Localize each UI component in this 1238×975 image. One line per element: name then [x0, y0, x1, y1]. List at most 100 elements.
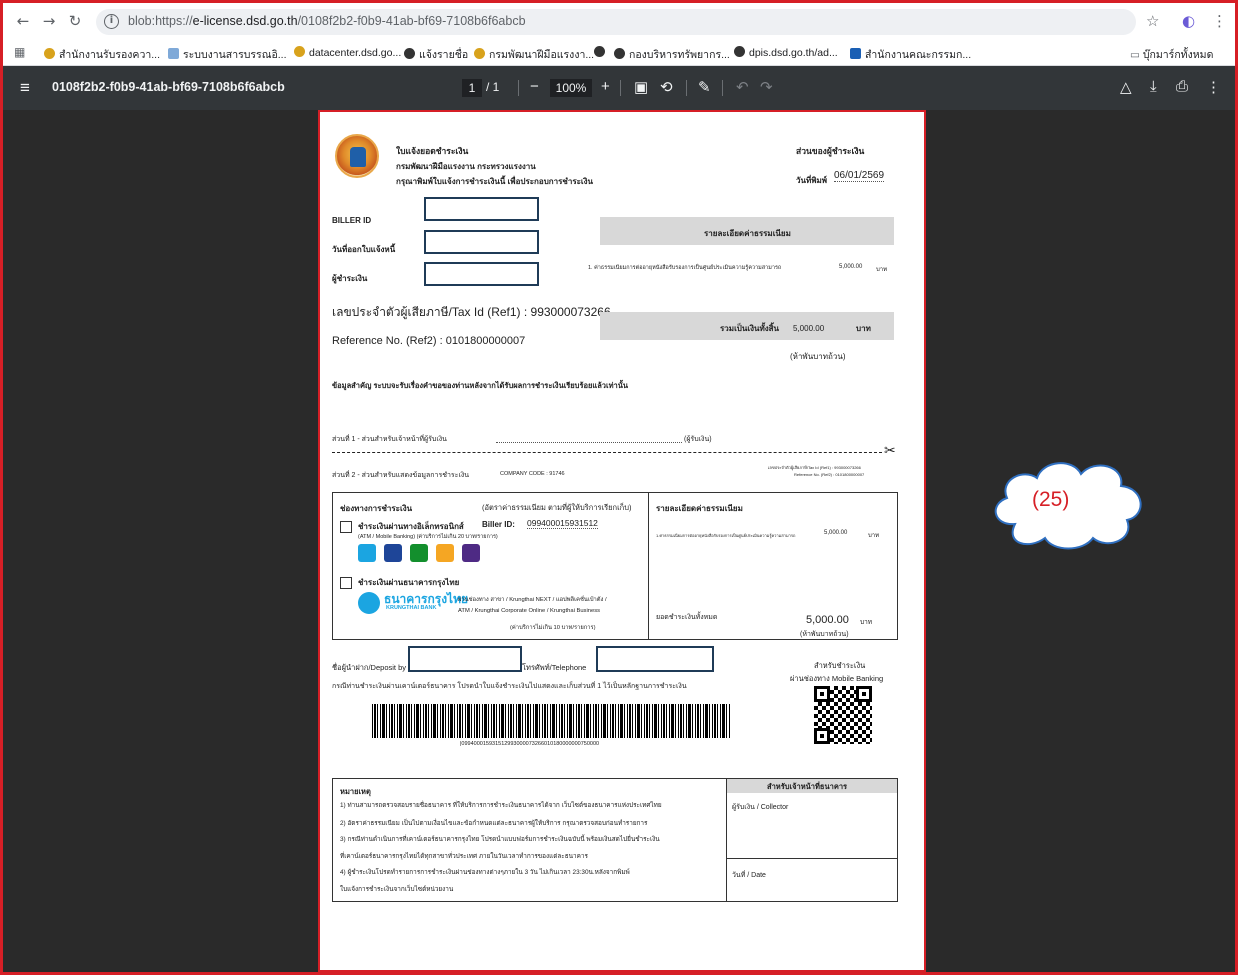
- folder-icon: ▭: [1130, 49, 1143, 61]
- toolbar-divider: [722, 80, 723, 96]
- channels-note: (อัตราค่าธรรมเนียม ตามที่ผู้ให้บริการเรี…: [482, 503, 632, 512]
- browser-menu-icon[interactable]: ⋮: [1212, 12, 1227, 30]
- back-icon[interactable]: ←: [14, 12, 32, 30]
- remark-3a: 3) กรณีท่านดำเนินการที่เคาน์เตอร์ธนาคารก…: [340, 836, 660, 843]
- bank-staff-label: สำหรับเจ้าหน้าที่ธนาคาร: [767, 782, 848, 791]
- total-words: (ห้าพันบาทถ้วน): [790, 352, 846, 361]
- fit-page-icon[interactable]: ▣: [634, 78, 648, 96]
- ktb-desc2: ATM / Krungthai Corporate Online / Krung…: [458, 608, 600, 614]
- dsd-favicon-icon: [294, 46, 305, 57]
- toolbar-divider: [620, 80, 621, 96]
- forward-icon[interactable]: →: [40, 12, 58, 30]
- sidebar-menu-icon[interactable]: ≡: [20, 78, 30, 98]
- krungsri-bank-icon: [436, 544, 454, 562]
- ebank-label: ชำระเงินผ่านทางอิเล็กทรอนิกส์: [358, 522, 464, 531]
- remark-1: 1) ท่านสามารถตรวจสอบรายชื่อธนาคาร ที่ให้…: [340, 802, 662, 809]
- bbl-bank-icon: [384, 544, 402, 562]
- doc-dept: กรมพัฒนาฝีมือแรงงาน กระทรวงแรงงาน: [396, 162, 536, 171]
- ktb-logo-en: KRUNGTHAI BANK: [386, 605, 437, 611]
- deposit-label: ชื่อผู้นำฝาก/Deposit by: [332, 663, 406, 672]
- doc-favicon-icon: [168, 48, 179, 59]
- extension-icon[interactable]: ◐: [1182, 12, 1195, 30]
- zoom-in-icon[interactable]: +: [601, 78, 610, 95]
- biller-id-label: BILLER ID: [332, 216, 372, 225]
- page-number-input[interactable]: 1: [462, 79, 482, 97]
- all-bookmarks[interactable]: ▭ บุ๊กมาร์กทั้งหมด: [1130, 46, 1213, 63]
- payer-label: ผู้ชำระเงิน: [332, 274, 368, 283]
- qr-finder: [814, 728, 830, 744]
- redo-icon[interactable]: ↷: [760, 78, 773, 96]
- seal-emblem: [350, 147, 366, 167]
- dsd-favicon-icon: [44, 48, 55, 59]
- total-unit: บาท: [856, 324, 871, 333]
- undo-icon[interactable]: ↶: [736, 78, 749, 96]
- redaction-box: [408, 646, 522, 672]
- remarks-divider: [726, 778, 727, 902]
- total-row: รวมเป็นเงินทั้งสิ้น 5,000.00 บาท: [600, 312, 894, 340]
- print-date: 06/01/2569: [834, 170, 885, 182]
- scissors-icon: ✂: [884, 442, 896, 458]
- bookmark-item[interactable]: [594, 46, 609, 59]
- biller-id-value: 099400015931512: [527, 518, 598, 529]
- mobile-line1: สำหรับชำระเงิน: [814, 661, 866, 670]
- part1-label: ส่วนที่ 1 - ส่วนสำหรับเจ้าหน้าที่ผู้รับเ…: [332, 436, 447, 443]
- fee-unit2: บาท: [868, 533, 880, 539]
- bookmark-item[interactable]: สำนักงานรับรองควา...: [44, 46, 160, 63]
- remark-2: 2) อัตราค่าธรรมเนียม เป็นไปตามเงื่อนไขแล…: [340, 820, 648, 827]
- bookmark-item[interactable]: กรมพัฒนาฝีมือแรงงา...: [474, 46, 594, 63]
- annotate-pen-icon[interactable]: ✎: [698, 78, 711, 96]
- print-date-label: วันที่พิมพ์: [796, 176, 828, 185]
- date-label: วันที่ / Date: [732, 872, 766, 879]
- url-text[interactable]: blob:https://e-license.dsd.go.th/0108f2b…: [128, 14, 526, 28]
- bookmark-item[interactable]: ระบบงานสารบรรณอิ...: [168, 46, 287, 63]
- more-options-icon[interactable]: ⋮: [1206, 78, 1221, 96]
- page-total: / 1: [486, 80, 500, 94]
- download-icon[interactable]: ⤓: [1150, 78, 1157, 95]
- toolbar-divider: [686, 80, 687, 96]
- fee-line2: 1.ค่าธรรมเนียมการต่ออายุหนังสือรับรองการ…: [656, 533, 796, 538]
- payer-part-label: ส่วนของผู้ชำระเงิน: [796, 146, 865, 156]
- apps-grid-icon[interactable]: ▦: [14, 45, 25, 59]
- pdf-file-name: 0108f2b2-f0b9-41ab-bf69-7108b6f6abcb: [52, 80, 285, 94]
- zoom-input[interactable]: 100%: [550, 79, 592, 97]
- kbank-bank-icon: [410, 544, 428, 562]
- remark-4b: ใบแจ้งการชำระเงินจากเว็บไซต์หน่วยงาน: [340, 886, 454, 893]
- remarks-title: หมายเหตุ: [340, 787, 371, 796]
- zoom-out-icon[interactable]: −: [530, 78, 539, 95]
- browser-toolbar: ← → ↻ i blob:https://e-license.dsd.go.th…: [0, 0, 1238, 42]
- site-info-icon[interactable]: i: [104, 14, 119, 29]
- ktb-desc3: (ค่าบริการไม่เกิน 10 บาท/รายการ): [510, 625, 596, 631]
- globe-favicon-icon: [594, 46, 605, 57]
- bookmark-item[interactable]: สำนักงานคณะกรรมก...: [850, 46, 971, 63]
- redaction-box: [424, 197, 539, 221]
- pdf-page: ใบแจ้งยอดชำระเงิน กรมพัฒนาฝีมือแรงงาน กร…: [318, 110, 926, 972]
- bookmark-star-icon[interactable]: ☆: [1146, 12, 1159, 30]
- reload-icon[interactable]: ↻: [66, 12, 84, 30]
- ktb-checkbox[interactable]: [340, 577, 352, 589]
- bookmark-item[interactable]: dpis.dsd.go.th/ad...: [734, 46, 838, 59]
- globe-favicon-icon: [614, 48, 625, 59]
- callout-label: (25): [1032, 488, 1070, 511]
- rotate-icon[interactable]: ⟲: [660, 78, 673, 96]
- address-bar[interactable]: i blob:https://e-license.dsd.go.th/0108f…: [96, 9, 1136, 35]
- ebank-checkbox[interactable]: [340, 521, 352, 533]
- bookmark-item[interactable]: datacenter.dsd.go...: [294, 46, 401, 59]
- globe-favicon-icon: [734, 46, 745, 57]
- fee-unit: บาท: [876, 267, 888, 273]
- globe-favicon-icon: [404, 48, 415, 59]
- toolbar-divider: [518, 80, 519, 96]
- part2-label: ส่วนที่ 2 - ส่วนสำหรับแสดงข้อมูลการชำระเ…: [332, 472, 470, 479]
- bookmark-item[interactable]: แจ้งรายชื่อ: [404, 46, 468, 63]
- doc-title: ใบแจ้งยอดชำระเงิน: [396, 146, 469, 156]
- bookmarks-bar: ▦ สำนักงานรับรองควา... ระบบงานสารบรรณอิ.…: [0, 42, 1238, 66]
- part1-end: (ผู้รับเงิน): [684, 436, 712, 443]
- cut-line: [332, 452, 882, 453]
- doc-instruction: กรุณาพิมพ์ใบแจ้งการชำระเงินนี้ เพื่อประก…: [396, 177, 594, 186]
- phone-label: โทรศัพท์/Telephone: [522, 663, 587, 672]
- drive-save-icon[interactable]: △: [1120, 78, 1132, 96]
- print-icon[interactable]: ⎙: [1176, 78, 1188, 95]
- company-code: COMPANY CODE : 91746: [500, 471, 565, 477]
- total-label: รวมเป็นเงินทั้งสิ้น: [720, 324, 779, 333]
- bookmark-item[interactable]: กองบริหารทรัพยากร...: [614, 46, 730, 63]
- total-amount: 5,000.00: [793, 324, 825, 333]
